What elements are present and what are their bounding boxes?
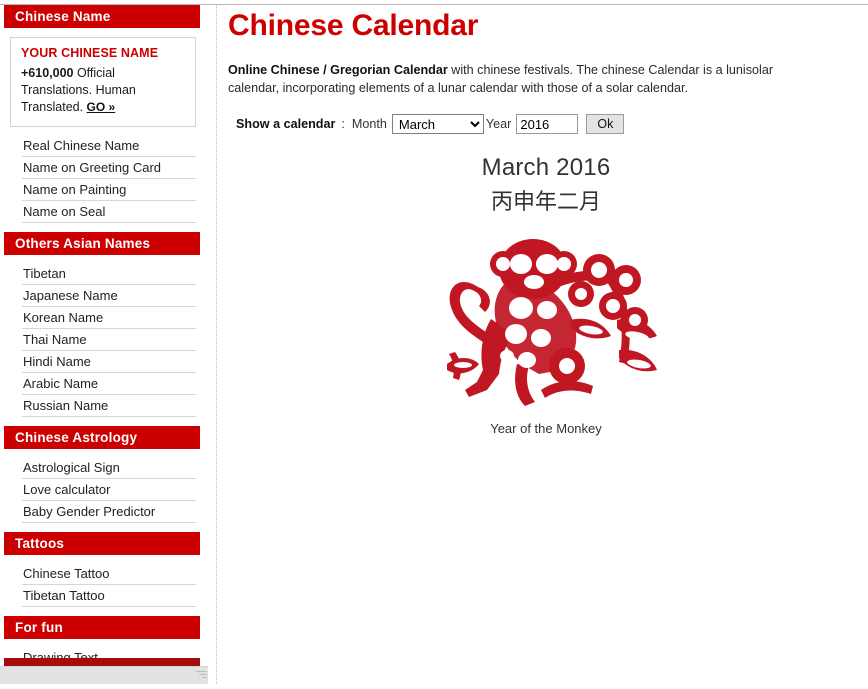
monkey-papercut-icon bbox=[447, 239, 657, 406]
sidebar-section-header: Chinese Astrology bbox=[4, 426, 200, 449]
calendar-selector-form: Show a calendar : Month JanuaryFebruaryM… bbox=[236, 114, 868, 134]
sidebar-item-chinese-tattoo[interactable]: Chinese Tattoo bbox=[22, 563, 196, 585]
month-title: March 2016 bbox=[481, 154, 611, 181]
sidebar-item-hindi-name[interactable]: Hindi Name bbox=[22, 351, 196, 373]
sidebar-link-list: Tibetan Japanese Name Korean Name Thai Name… bbox=[22, 263, 196, 417]
sidebar-item-name-on-seal[interactable]: Name on Seal bbox=[22, 201, 196, 223]
sidebar-item-astrological-sign[interactable]: Astrological Sign bbox=[22, 457, 196, 479]
calendar-viewport: Monday星期一Tuesday星期二Wednesday星期三Thursday星… bbox=[224, 432, 868, 689]
sidebar-item-tibetan[interactable]: Tibetan bbox=[22, 263, 196, 285]
year-label: Year bbox=[485, 117, 512, 131]
sidebar-item-thai-name[interactable]: Thai Name bbox=[22, 329, 196, 351]
zodiac-illustration-block: Year of the Monkey bbox=[421, 224, 671, 436]
sidebar-link-list: Real Chinese Name Name on Greeting Card Na… bbox=[22, 135, 196, 223]
sidebar-section-header: Others Asian Names bbox=[4, 232, 200, 255]
sidebar-item-baby-gender-predictor[interactable]: Baby Gender Predictor bbox=[22, 501, 196, 523]
sidebar-item-tibetan-tattoo[interactable]: Tibetan Tattoo bbox=[22, 585, 196, 607]
sidebar-link-list: Astrological Sign Love calculator Baby Gen… bbox=[22, 457, 196, 523]
window-resize-strip bbox=[0, 666, 208, 684]
sidebar-link-list: Chinese Tattoo Tibetan Tattoo bbox=[22, 563, 196, 607]
sidebar-item-love-calculator[interactable]: Love calculator bbox=[22, 479, 196, 501]
page-title: Chinese Calendar bbox=[228, 9, 479, 42]
month-title-chinese: 丙申年二月 bbox=[490, 189, 601, 214]
sidebar-section-header: Chinese Name bbox=[4, 5, 200, 28]
year-input[interactable] bbox=[516, 114, 579, 134]
resize-grip-icon[interactable] bbox=[196, 671, 207, 682]
sidebar-item-name-on-greeting-card[interactable]: Name on Greeting Card bbox=[22, 157, 196, 179]
sidebar-item-real-chinese-name[interactable]: Real Chinese Name bbox=[22, 135, 196, 157]
month-label: Month bbox=[351, 117, 387, 131]
sidebar-next-section-header-partial bbox=[4, 658, 200, 666]
main-content: Chinese Calendar Online Chinese / Gregor… bbox=[224, 5, 868, 684]
promo-title: YOUR CHINESE NAME bbox=[21, 46, 159, 60]
promo-card[interactable]: YOUR CHINESE NAME +610,000 Official Trans… bbox=[10, 37, 196, 127]
page-root: Chinese Name YOUR CHINESE NAME +610,000 Of… bbox=[0, 0, 868, 684]
promo-text: +610,000 Official Translations. Human Tr… bbox=[21, 66, 136, 114]
month-select[interactable]: JanuaryFebruaryMarchAprilMayJuneJulyAugu… bbox=[391, 114, 484, 134]
form-label: Show a calendar bbox=[236, 117, 336, 131]
ok-button[interactable]: Ok bbox=[586, 114, 625, 134]
sidebar-item-japanese-name[interactable]: Japanese Name bbox=[22, 285, 196, 307]
sidebar-item-name-on-painting[interactable]: Name on Painting bbox=[22, 179, 196, 201]
promo-count: +610,000 bbox=[21, 66, 74, 80]
sidebar: Chinese Name YOUR CHINESE NAME +610,000 Of… bbox=[0, 5, 208, 684]
sidebar-item-russian-name[interactable]: Russian Name bbox=[22, 395, 196, 417]
sidebar-item-arabic-name[interactable]: Arabic Name bbox=[22, 373, 196, 395]
sidebar-section-header: Tattoos bbox=[4, 532, 200, 555]
sidebar-item-korean-name[interactable]: Korean Name bbox=[22, 307, 196, 329]
column-divider bbox=[216, 5, 217, 684]
intro-paragraph: Online Chinese / Gregorian Calendar with… bbox=[228, 61, 818, 97]
promo-go-link[interactable]: GO » bbox=[87, 100, 116, 114]
intro-bold: Online Chinese / Gregorian Calendar bbox=[228, 63, 448, 77]
sidebar-section-header: For fun bbox=[4, 616, 200, 639]
form-colon: : bbox=[341, 117, 345, 131]
